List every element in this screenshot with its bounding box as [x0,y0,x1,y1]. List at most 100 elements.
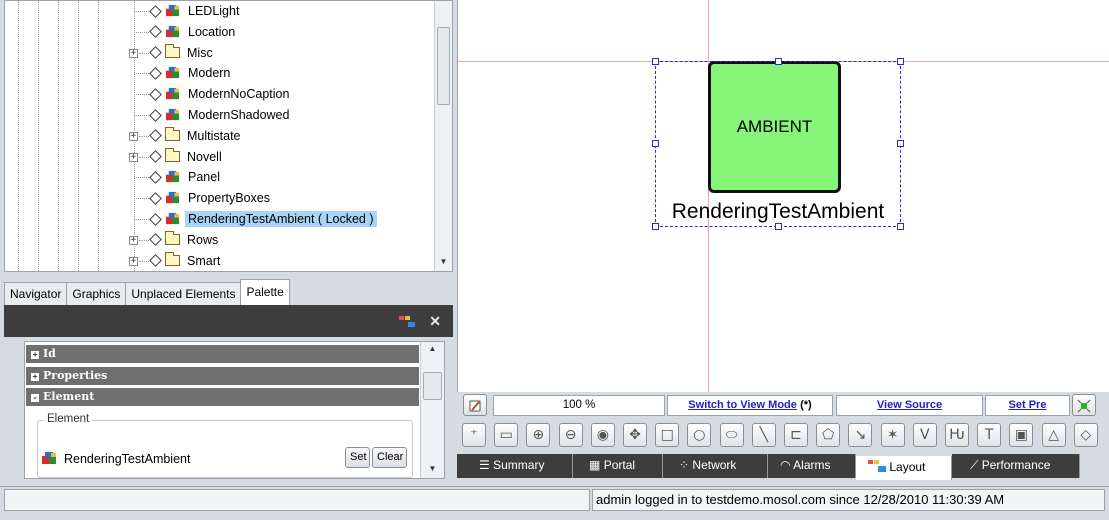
tree-item[interactable]: Panel [133,167,223,187]
palette-scroll-thumb[interactable] [423,372,442,400]
tree-item[interactable]: PropertyBoxes [133,188,273,208]
tab-navigator[interactable]: Navigator [4,282,68,305]
resize-handle[interactable] [897,58,904,65]
switch-mode[interactable]: Switch to View Mode (*) [667,395,833,416]
grid-snap-button[interactable] [1072,394,1096,416]
tree-item[interactable]: Location [133,22,238,42]
tree-scroll-down[interactable]: ▼ [435,257,452,271]
rectangle-tool-button[interactable]: □ [655,423,680,447]
tab-alarms[interactable]: ◠ Alarms [768,454,856,478]
tree-item-label: ModernNoCaption [188,87,290,102]
resize-handle[interactable] [652,223,659,230]
tab-graphics[interactable]: Graphics [66,282,127,305]
section-properties[interactable]: + Properties [26,367,419,385]
widget-cube-icon [42,452,56,464]
pan-icon: ✥ [629,427,641,443]
resize-handle[interactable] [775,223,782,230]
switch-to-view-mode-link[interactable]: Switch to View Mode [688,399,797,411]
node-diamond-icon [149,191,162,205]
tab-layout[interactable]: Layout [856,456,952,480]
diamond-tool-button[interactable]: ◇ [1073,423,1098,447]
left-panel: LEDLight Location + Misc Modern ModernNoCapti… [0,0,455,486]
tree-connector [134,219,149,220]
circle-tool-button[interactable]: ○ [687,423,712,447]
text-tool-button[interactable]: T [977,423,1002,447]
tree-item[interactable]: Modern [133,63,233,83]
tree-item-label: RenderingTestAmbient ( Locked ) [185,211,377,227]
set-pre-link[interactable]: Set Pre [1009,399,1047,411]
resize-handle[interactable] [652,58,659,65]
tree-item[interactable]: + Smart [129,251,223,271]
section-label: Element [43,390,95,403]
tree-item-label: Modern [188,66,231,81]
clear-button[interactable]: Clear [372,447,407,468]
expand-toggle-icon[interactable]: + [129,256,138,266]
node-diamond-icon [149,171,162,184]
bezier-tool-button[interactable]: Ƕ [945,423,969,447]
resize-handle[interactable] [775,58,782,65]
tab-palette[interactable]: Palette [240,279,290,305]
tab-portal[interactable]: ▦ Portal [573,454,663,478]
select-rect-tool-button[interactable]: ▭ [494,423,519,447]
edit-button[interactable] [463,394,487,416]
palette-scroll-up[interactable]: ▲ [421,344,444,358]
palette-scrollbar[interactable]: ▲ ▼ [420,342,444,478]
add-widget-tool-button[interactable]: ⁺ [462,423,486,447]
tree-item[interactable]: ModernShadowed [133,105,292,125]
tree-connector [139,239,149,241]
tab-summary[interactable]: ☰ Summary [457,454,573,478]
tab-network[interactable]: ⁘ Network [663,454,768,478]
set-button[interactable]: Set [345,447,370,468]
star-tool-button[interactable]: ✶ [880,423,905,447]
pan-tool-button[interactable]: ✥ [623,423,647,447]
tree-connector [134,198,149,200]
selection-box[interactable] [652,58,904,230]
tree-item[interactable]: ModernNoCaption [133,84,292,104]
arrow-tool-button[interactable]: ↘ [848,423,873,447]
ellipse-tool-button[interactable]: ⬭ [719,423,744,447]
image-tool-button[interactable]: ▣ [1009,423,1034,447]
line-tool-button[interactable]: ╲ [751,423,776,447]
expand-toggle-icon[interactable]: + [129,48,138,58]
tree-item[interactable]: + Rows [129,230,221,250]
section-element[interactable]: - Element [26,388,419,406]
element-group: Element RenderingTestAmbient Set Clear [37,413,413,478]
tree-scrollbar[interactable]: ▼ [434,1,452,271]
polygon-tool-button[interactable]: ⬠ [816,423,841,447]
expand-toggle-icon[interactable]: + [129,152,138,162]
connector-tool-button[interactable]: ⊏ [784,423,808,447]
resize-handle[interactable] [897,140,904,147]
zoom-out-tool-button[interactable]: ⊖ [558,423,583,447]
tree-item-label: LEDLight [188,4,240,18]
zoom-level[interactable]: 100 % [493,395,665,416]
tab-unplaced-elements[interactable]: Unplaced Elements [125,282,242,305]
tree-item[interactable]: RenderingTestAmbient ( Locked ) [133,209,377,229]
vee-tool-button[interactable]: V [912,423,937,447]
resize-handle[interactable] [897,223,904,230]
folder-icon [165,127,180,142]
tree-item-label: Panel [188,170,220,185]
zoom-in-tool-button[interactable]: ⊕ [526,423,551,447]
expand-toggle-icon[interactable]: + [129,235,138,245]
zoom-fit-tool-button[interactable]: ◉ [590,423,615,447]
text-icon: T [984,427,994,443]
tree-connector [134,31,149,33]
node-diamond-icon [149,233,162,247]
tree-item[interactable]: + Novell [129,147,225,167]
section-id[interactable]: + Id [26,345,419,363]
view-source-link[interactable]: View Source [877,399,942,411]
expand-toggle-icon[interactable]: + [129,131,138,141]
palette-scroll-down[interactable]: ▼ [421,464,444,478]
close-icon[interactable]: ✕ [429,313,441,330]
tree-item[interactable]: LEDLight [133,1,242,21]
layout-canvas[interactable]: AMBIENT RenderingTestAmbient [457,0,1109,392]
tree-item[interactable]: + Multistate [129,126,244,146]
triangle-tool-button[interactable]: △ [1041,423,1066,447]
tree-scroll-thumb[interactable] [437,27,450,105]
circle-icon: ○ [693,427,706,443]
tab-performance[interactable]: ⟋ Performance [952,454,1080,478]
section-label: Id [43,347,56,360]
layout-icon[interactable] [399,316,415,328]
resize-handle[interactable] [652,140,659,147]
tree-item[interactable]: + Misc [129,43,216,63]
